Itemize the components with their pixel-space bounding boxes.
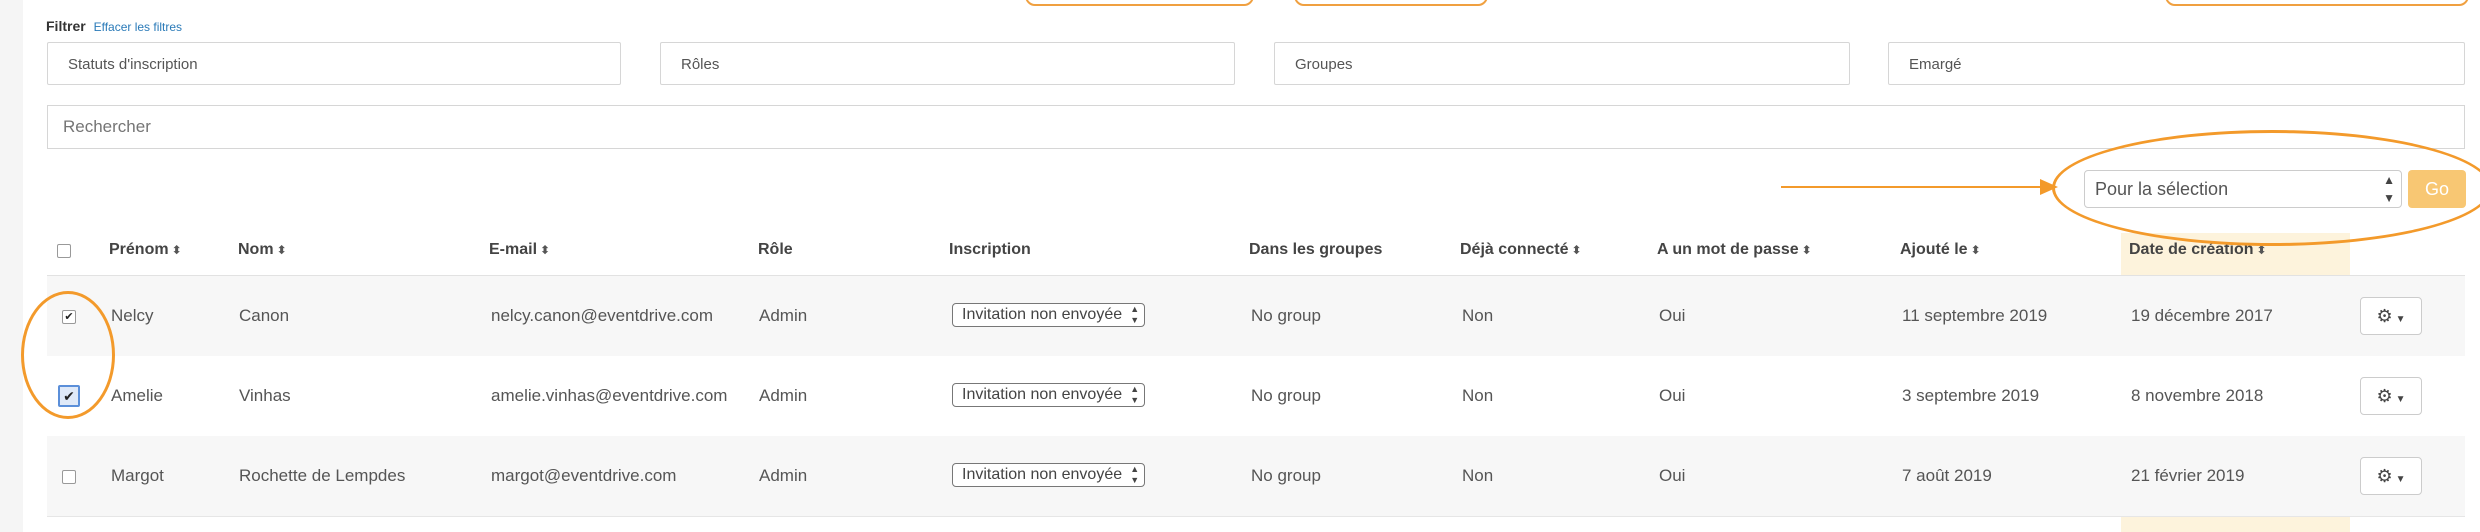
gear-icon: ⚙ <box>2376 306 2393 326</box>
row-actions-button[interactable]: ⚙ ▼ <box>2360 457 2422 495</box>
inscription-select[interactable]: Invitation non envoyée ▲ ▼ <box>952 383 1146 407</box>
cell-firstname: Nelcy <box>111 306 154 325</box>
row-checkbox[interactable] <box>62 470 76 484</box>
cell-connected: Non <box>1462 306 1494 325</box>
select-all-checkbox[interactable] <box>57 244 71 258</box>
filter-status-select[interactable]: Statuts d'inscription <box>47 42 621 85</box>
sort-arrows-icon: ⬍ <box>171 243 182 257</box>
cell-created: 8 novembre 2018 <box>2131 386 2264 405</box>
filter-emarge-select[interactable]: Emargé <box>1888 42 2465 85</box>
top-button-fragment[interactable] <box>2165 0 2469 6</box>
search-input[interactable] <box>47 105 2465 149</box>
cell-connected: Non <box>1462 466 1494 485</box>
cell-created: 21 février 2019 <box>2131 466 2245 485</box>
sort-arrows-icon: ⬍ <box>1571 243 1582 257</box>
annotation-arrow <box>1781 186 2041 188</box>
caret-down-icon: ▼ <box>2395 394 2406 405</box>
sort-arrows-icon: ⬍ <box>540 243 551 257</box>
cell-email: nelcy.canon@eventdrive.com <box>491 306 713 325</box>
table-row: ✔ Amelie Vinhas amelie.vinhas@eventdrive… <box>47 356 2465 437</box>
cell-created: 19 décembre 2017 <box>2131 306 2273 325</box>
filter-bar: Filtrer Effacer les filtres <box>46 18 182 34</box>
th-firstname[interactable]: Prénom ⬍ <box>109 233 182 275</box>
table-row: Margot Rochette de Lempdes margot@eventd… <box>47 436 2465 517</box>
caret-down-icon: ▼ <box>2395 474 2406 485</box>
th-password[interactable]: A un mot de passe ⬍ <box>1657 233 1812 275</box>
select-arrows-icon: ▲ ▼ <box>1130 464 1140 485</box>
th-inscription: Inscription <box>949 241 1031 258</box>
caret-down-icon: ▼ <box>2395 314 2406 325</box>
clear-filters-link[interactable]: Effacer les filtres <box>94 20 182 34</box>
th-groups: Dans les groupes <box>1249 241 1383 258</box>
row-actions-button[interactable]: ⚙ ▼ <box>2360 377 2422 415</box>
select-arrows-icon: ▲ ▼ <box>1130 304 1140 325</box>
filter-roles-select[interactable]: Rôles <box>660 42 1235 85</box>
th-role: Rôle <box>758 241 793 258</box>
sort-arrows-icon: ⬍ <box>276 243 287 257</box>
gear-icon: ⚙ <box>2376 386 2393 406</box>
cell-connected: Non <box>1462 386 1494 405</box>
sort-arrows-icon: ⬍ <box>1970 243 1981 257</box>
cell-groups: No group <box>1251 306 1321 325</box>
cell-role: Admin <box>759 306 808 325</box>
cell-groups: No group <box>1251 386 1321 405</box>
cell-email: margot@eventdrive.com <box>491 466 677 485</box>
th-lastname[interactable]: Nom ⬍ <box>238 233 287 275</box>
gear-icon: ⚙ <box>2376 466 2393 486</box>
cell-password: Oui <box>1659 386 1686 405</box>
inscription-select[interactable]: Invitation non envoyée ▲ ▼ <box>952 463 1146 487</box>
cell-firstname: Amelie <box>111 386 163 405</box>
cell-email: amelie.vinhas@eventdrive.com <box>491 386 728 405</box>
table-header: Prénom ⬍ Nom ⬍ E-mail ⬍ Rôle Inscription Da… <box>47 233 2465 277</box>
filter-label: Filtrer <box>46 18 86 34</box>
cell-added: 11 septembre 2019 <box>1902 306 2048 325</box>
annotation-circle-checkboxes <box>21 291 115 419</box>
cell-role: Admin <box>759 386 808 405</box>
sort-arrows-icon: ⬍ <box>1801 243 1812 257</box>
row-actions-button[interactable]: ⚙ ▼ <box>2360 297 2422 335</box>
cell-added: 7 août 2019 <box>1902 466 1992 485</box>
cell-added: 3 septembre 2019 <box>1902 386 2040 405</box>
annotation-circle-bulk <box>2052 130 2480 246</box>
top-button-fragment[interactable] <box>1025 0 1254 6</box>
th-added[interactable]: Ajouté le ⬍ <box>1900 233 1981 275</box>
top-button-fragment[interactable] <box>1294 0 1488 6</box>
filter-groups-select[interactable]: Groupes <box>1274 42 1850 85</box>
cell-lastname: Rochette de Lempdes <box>239 466 406 485</box>
cell-role: Admin <box>759 466 808 485</box>
cell-lastname: Canon <box>239 306 290 325</box>
cell-password: Oui <box>1659 306 1686 325</box>
inscription-select[interactable]: Invitation non envoyée ▲ ▼ <box>952 303 1146 327</box>
cell-firstname: Margot <box>111 466 164 485</box>
cell-groups: No group <box>1251 466 1321 485</box>
table-row: ✔ Nelcy Canon nelcy.canon@eventdrive.com… <box>47 276 2465 357</box>
th-connected[interactable]: Déjà connecté ⬍ <box>1460 233 1582 275</box>
select-arrows-icon: ▲ ▼ <box>1130 384 1140 405</box>
cell-password: Oui <box>1659 466 1686 485</box>
cell-lastname: Vinhas <box>239 386 291 405</box>
th-email[interactable]: E-mail ⬍ <box>489 233 550 275</box>
